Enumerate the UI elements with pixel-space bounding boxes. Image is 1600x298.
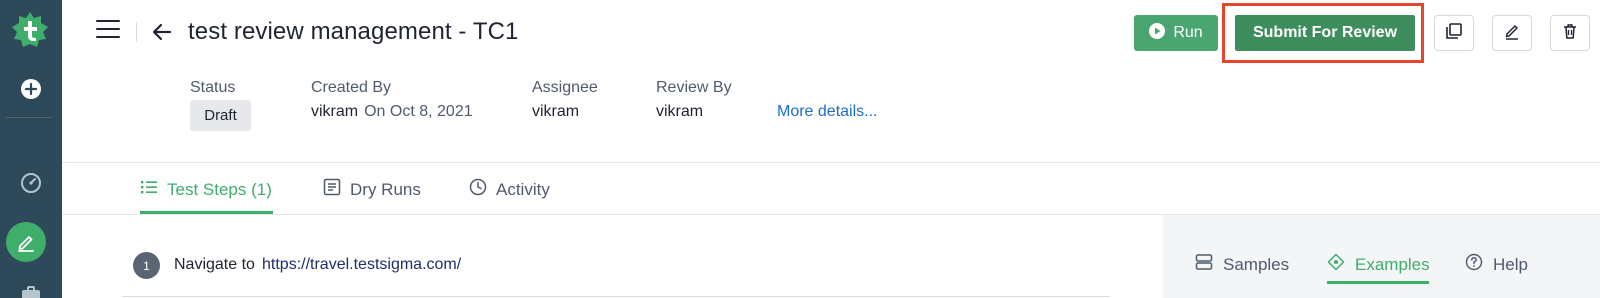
play-icon: [1149, 22, 1166, 44]
clone-button[interactable]: [1434, 15, 1474, 51]
status-badge: Draft: [190, 100, 251, 131]
testsigma-logo-icon[interactable]: [10, 10, 50, 50]
divider: [62, 162, 1600, 163]
status-label: Status: [190, 79, 236, 96]
created-by-value: vikram On Oct 8, 2021: [311, 103, 473, 121]
add-icon[interactable]: [16, 74, 46, 104]
dashboard-gauge-icon[interactable]: [16, 168, 46, 198]
edit-button[interactable]: [1492, 15, 1532, 51]
tab-dry-runs[interactable]: Dry Runs: [323, 178, 421, 201]
tab-help-label: Help: [1493, 254, 1528, 274]
menu-icon[interactable]: [96, 20, 120, 42]
tab-samples[interactable]: Samples: [1195, 253, 1289, 276]
briefcase-icon[interactable]: [16, 280, 46, 298]
copy-icon: [1445, 22, 1463, 45]
tab-examples-label: Examples: [1355, 254, 1430, 274]
created-on-date: On Oct 8, 2021: [364, 103, 473, 120]
sidebar: [0, 0, 62, 298]
tab-examples[interactable]: Examples: [1327, 253, 1430, 276]
delete-button[interactable]: [1550, 15, 1590, 51]
tab-test-steps-label: Test Steps (1): [167, 179, 272, 199]
report-icon: [323, 178, 341, 201]
tab-dry-runs-label: Dry Runs: [350, 179, 421, 199]
created-by-label: Created By: [311, 79, 392, 96]
page-title: test review management - TC1: [188, 18, 519, 45]
tab-activity-label: Activity: [496, 179, 550, 199]
tab-test-steps[interactable]: Test Steps (1): [140, 178, 272, 201]
run-button[interactable]: Run: [1134, 15, 1218, 51]
run-button-label: Run: [1173, 24, 1203, 41]
submit-for-review-button[interactable]: Submit For Review: [1235, 15, 1415, 51]
back-arrow-icon[interactable]: [150, 20, 174, 44]
sidebar-divider: [6, 117, 52, 118]
help-icon: [1465, 253, 1483, 276]
samples-icon: [1195, 253, 1213, 276]
pencil-icon: [1503, 22, 1521, 45]
created-by-name: vikram: [311, 103, 359, 120]
more-details-link[interactable]: More details...: [777, 103, 877, 121]
clock-icon: [469, 178, 487, 201]
assignee-value: vikram: [532, 103, 580, 120]
active-right-tab-indicator: [1327, 281, 1429, 284]
step-url[interactable]: https://travel.testsigma.com/: [262, 256, 461, 274]
step-number: 1: [133, 252, 160, 279]
review-by-value: vikram: [656, 103, 704, 120]
examples-icon: [1327, 253, 1345, 276]
list-icon: [140, 178, 158, 201]
tab-activity[interactable]: Activity: [469, 178, 550, 201]
assignee-label: Assignee: [532, 79, 598, 96]
step-divider: [122, 296, 1110, 297]
tab-samples-label: Samples: [1223, 254, 1290, 274]
tab-help[interactable]: Help: [1465, 253, 1528, 276]
header-divider: [136, 22, 137, 42]
review-by-label: Review By: [656, 79, 732, 96]
step-action[interactable]: Navigate to: [174, 256, 255, 274]
edit-tests-icon[interactable]: [6, 222, 46, 262]
trash-icon: [1561, 22, 1579, 45]
